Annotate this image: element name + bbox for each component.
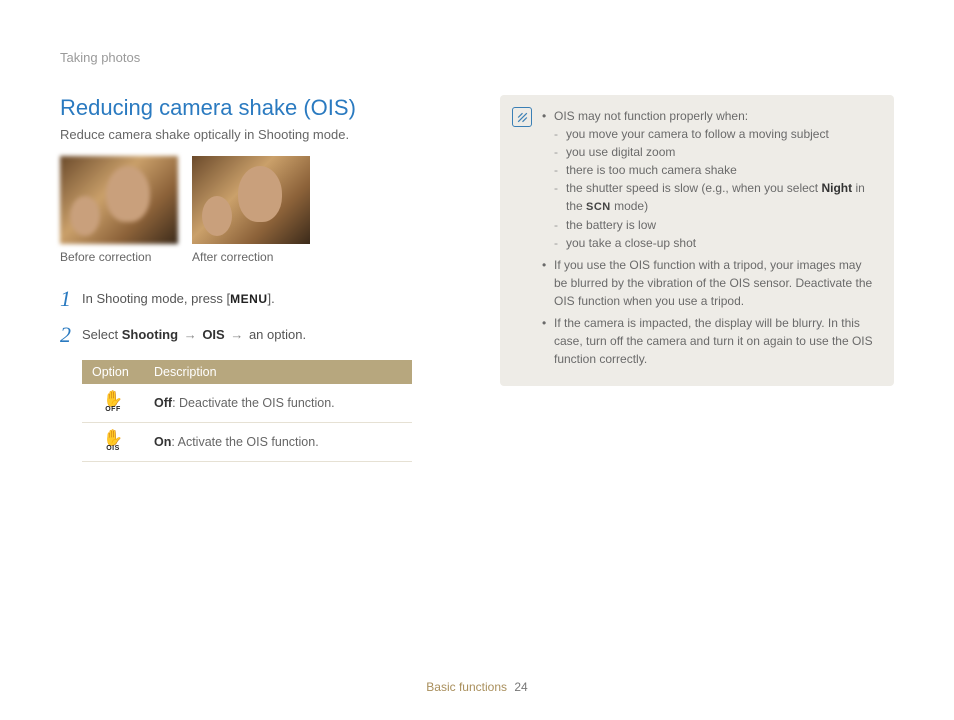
before-caption: Before correction <box>60 250 178 264</box>
scn-label: SCN <box>586 201 611 213</box>
left-column: Reducing camera shake (OIS) Reduce camer… <box>60 95 460 462</box>
image-captions: Before correction After correction <box>60 250 460 264</box>
off-text: : Deactivate the OIS function. <box>172 396 335 410</box>
footer-section: Basic functions <box>426 680 507 694</box>
after-image <box>192 156 310 244</box>
before-image <box>60 156 178 244</box>
example-images <box>60 156 460 244</box>
text: In Shooting mode, press [ <box>82 291 230 306</box>
note-icon <box>512 107 532 127</box>
col-option: Option <box>82 360 144 384</box>
option-off-icon-cell: ✋ OFF <box>82 384 144 423</box>
step-2: 2 Select Shooting → OIS → an option. <box>60 324 460 346</box>
text: the shutter speed is slow (e.g., when yo… <box>566 181 821 195</box>
text: an option. <box>249 327 306 342</box>
steps-list: 1 In Shooting mode, press [MENU]. 2 Sele… <box>60 288 460 346</box>
page: Taking photos Reducing camera shake (OIS… <box>0 0 954 462</box>
icon-sub: OFF <box>103 406 123 413</box>
night-label: Night <box>821 181 852 195</box>
note-sub: the battery is low <box>554 216 878 234</box>
step-1: 1 In Shooting mode, press [MENU]. <box>60 288 460 310</box>
menu-label: MENU <box>230 292 267 306</box>
page-subtitle: Reduce camera shake optically in Shootin… <box>60 127 460 142</box>
hand-ois-icon: ✋ OIS <box>103 431 123 452</box>
on-text: : Activate the OIS function. <box>171 435 318 449</box>
step-2-text: Select Shooting → OIS → an option. <box>82 324 306 342</box>
step-number: 2 <box>60 324 82 346</box>
shooting-label: Shooting <box>122 327 178 342</box>
breadcrumb: Taking photos <box>60 50 894 65</box>
after-caption: After correction <box>192 250 310 264</box>
note-bullet-3: If the camera is impacted, the display w… <box>542 314 878 368</box>
option-on-desc: On: Activate the OIS function. <box>144 423 412 462</box>
note-sub: you move your camera to follow a moving … <box>554 125 878 143</box>
page-footer: Basic functions 24 <box>0 680 954 694</box>
text: ]. <box>268 291 275 306</box>
options-table: Option Description ✋ OFF Off: Dea <box>82 360 412 462</box>
right-column: OIS may not function properly when: you … <box>500 95 894 462</box>
note-bullet-2: If you use the OIS function with a tripo… <box>542 256 878 310</box>
ois-label: OIS <box>202 327 224 342</box>
content-columns: Reducing camera shake (OIS) Reduce camer… <box>60 95 894 462</box>
arrow-icon: → <box>178 327 202 342</box>
step-1-text: In Shooting mode, press [MENU]. <box>82 288 275 306</box>
note-box: OIS may not function properly when: you … <box>500 95 894 386</box>
note-bullet-1: OIS may not function properly when: you … <box>542 107 878 252</box>
table-row: ✋ OIS On: Activate the OIS function. <box>82 423 412 462</box>
text: OIS may not function properly when: <box>554 109 748 123</box>
on-label: On <box>154 435 171 449</box>
page-title: Reducing camera shake (OIS) <box>60 95 460 121</box>
table-row: ✋ OFF Off: Deactivate the OIS function. <box>82 384 412 423</box>
off-label: Off <box>154 396 172 410</box>
hand-off-icon: ✋ OFF <box>103 392 123 413</box>
step-number: 1 <box>60 288 82 310</box>
note-sub: there is too much camera shake <box>554 161 878 179</box>
note-sub: you use digital zoom <box>554 143 878 161</box>
text: Select <box>82 327 122 342</box>
note-sub: the shutter speed is slow (e.g., when yo… <box>554 179 878 216</box>
table-header-row: Option Description <box>82 360 412 384</box>
text: mode) <box>611 199 648 213</box>
option-off-desc: Off: Deactivate the OIS function. <box>144 384 412 423</box>
note-body: OIS may not function properly when: you … <box>542 107 878 372</box>
arrow-icon: → <box>225 327 249 342</box>
col-description: Description <box>144 360 412 384</box>
note-sub: you take a close-up shot <box>554 234 878 252</box>
page-number: 24 <box>510 680 527 694</box>
option-on-icon-cell: ✋ OIS <box>82 423 144 462</box>
